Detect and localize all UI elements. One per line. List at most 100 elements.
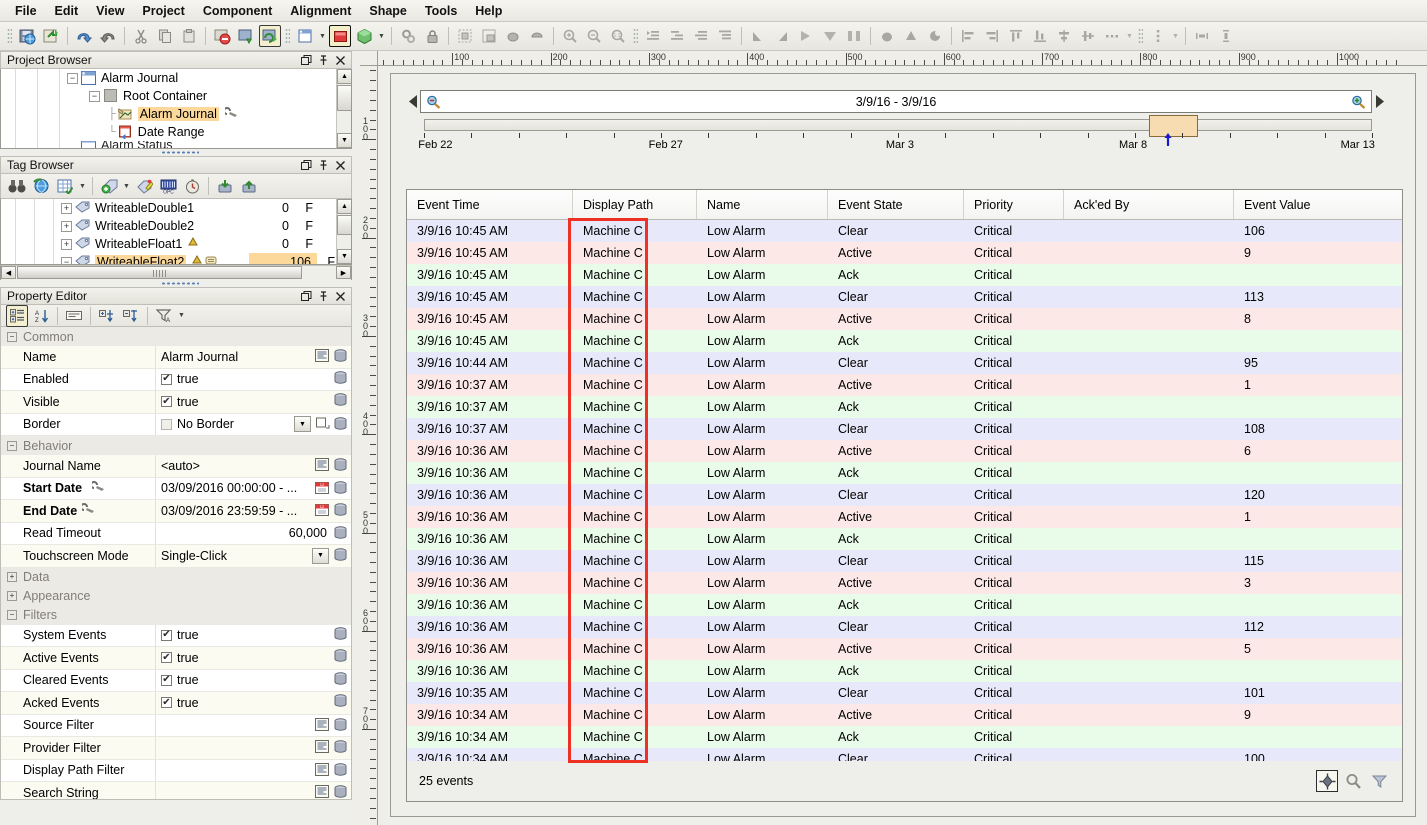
menu-project[interactable]: Project: [133, 2, 193, 20]
checkbox-icon[interactable]: ✔: [161, 630, 172, 641]
stop-button[interactable]: [329, 25, 351, 47]
mirror-button[interactable]: [843, 25, 865, 47]
binding-icon[interactable]: [333, 481, 348, 496]
chevron-down-icon-2[interactable]: ▼: [121, 175, 132, 197]
bring-front-button[interactable]: [502, 25, 524, 47]
zoom-out-icon[interactable]: [426, 95, 441, 109]
prev-range-button[interactable]: [406, 89, 420, 114]
property-row-border[interactable]: Border No Border ▼: [1, 414, 351, 437]
settings-button[interactable]: [397, 25, 419, 47]
collapse-icon[interactable]: −: [7, 610, 17, 620]
scroll-up-arrow[interactable]: ▲: [337, 69, 352, 84]
chevron-down-icon-4[interactable]: ▼: [1170, 25, 1181, 47]
restore-icon[interactable]: [299, 53, 314, 67]
column-header[interactable]: Event Time: [407, 190, 573, 219]
property-value[interactable]: <auto>: [161, 459, 200, 473]
column-header[interactable]: Ack'ed By: [1064, 190, 1234, 219]
edit-tag-icon[interactable]: [133, 175, 155, 197]
menu-view[interactable]: View: [87, 2, 133, 20]
expand-icon[interactable]: +: [7, 591, 17, 601]
category-data[interactable]: + Data: [1, 568, 351, 587]
menu-alignment[interactable]: Alignment: [281, 2, 360, 20]
table-body[interactable]: 3/9/16 10:45 AMMachine CLow AlarmClearCr…: [407, 220, 1402, 770]
pin-icon[interactable]: [316, 289, 331, 303]
tag-browser-horizontal-scrollbar[interactable]: ◀ ▶: [0, 265, 352, 280]
binding-icon[interactable]: [333, 548, 348, 563]
save-button[interactable]: [16, 25, 38, 47]
scroll-thumb[interactable]: [337, 215, 352, 235]
table-row[interactable]: 3/9/16 10:45 AMMachine CLow AlarmActiveC…: [407, 242, 1402, 264]
date-range-track[interactable]: [424, 119, 1372, 131]
expander-icon[interactable]: +: [61, 221, 72, 232]
chevron-down-icon[interactable]: ▼: [176, 305, 187, 327]
expander-icon[interactable]: +: [61, 203, 72, 214]
text-editor-icon[interactable]: [315, 763, 330, 778]
table-row[interactable]: 3/9/16 10:34 AMMachine CLow AlarmAckCrit…: [407, 726, 1402, 748]
property-row-acked-events[interactable]: Acked Events ✔ true: [1, 692, 351, 715]
table-row[interactable]: 3/9/16 10:37 AMMachine CLow AlarmActiveC…: [407, 374, 1402, 396]
property-row-display-path-filter[interactable]: Display Path Filter: [1, 760, 351, 783]
alarm-journal-table[interactable]: Event TimeDisplay PathNameEvent StatePri…: [406, 189, 1403, 802]
match-height-button[interactable]: [1215, 25, 1237, 47]
scroll-down-arrow[interactable]: ▼: [337, 133, 352, 148]
match-width-button[interactable]: [1191, 25, 1213, 47]
tag-browser-vertical-scrollbar[interactable]: ▲ ▼: [336, 199, 351, 264]
column-header[interactable]: Priority: [964, 190, 1064, 219]
property-row-touchscreen-mode[interactable]: Touchscreen Mode Single-Click ▼: [1, 545, 351, 568]
chevron-down-icon[interactable]: ▼: [294, 416, 311, 432]
filter-icon[interactable]: A: [153, 305, 175, 327]
menu-file[interactable]: File: [6, 2, 46, 20]
toolbar-grip-4[interactable]: [1138, 28, 1143, 45]
tag-row[interactable]: + WriteableFloat1 0 F: [1, 235, 351, 253]
scroll-up-arrow[interactable]: ▲: [337, 199, 352, 214]
expander-icon[interactable]: −: [67, 73, 78, 84]
table-row[interactable]: 3/9/16 10:45 AMMachine CLow AlarmAckCrit…: [407, 330, 1402, 352]
calendar-icon[interactable]: 12: [315, 481, 330, 496]
send-back-button[interactable]: [526, 25, 548, 47]
expand-all-icon[interactable]: [96, 305, 118, 327]
table-row[interactable]: 3/9/16 10:45 AMMachine CLow AlarmClearCr…: [407, 220, 1402, 242]
alarm-journal-window[interactable]: 3/9/16 - 3/9/16 Feb 22Feb 27Mar 3Mar 8Ma…: [390, 73, 1416, 817]
zoom-out-button[interactable]: [583, 25, 605, 47]
binding-icon[interactable]: [333, 697, 348, 711]
preview-mode-button[interactable]: [259, 25, 281, 47]
align-list-2-button[interactable]: [666, 25, 688, 47]
tag-row[interactable]: + WriteableDouble2 0 F: [1, 217, 351, 235]
column-header[interactable]: Display Path: [573, 190, 697, 219]
align-center-h-button[interactable]: [1053, 25, 1075, 47]
binding-icon[interactable]: [333, 718, 348, 733]
table-row[interactable]: 3/9/16 10:36 AMMachine CLow AlarmAckCrit…: [407, 660, 1402, 682]
project-browser-tree[interactable]: − Alarm Journal − Root Container ├ Alarm…: [0, 69, 352, 149]
binoculars-icon[interactable]: [6, 175, 28, 197]
category-common[interactable]: − Common: [1, 327, 351, 346]
binding-icon[interactable]: [333, 417, 348, 432]
align-top-button[interactable]: [1005, 25, 1027, 47]
tree-node-alarm-journal-window[interactable]: − Alarm Journal: [1, 69, 351, 87]
category-appearance[interactable]: + Appearance: [1, 587, 351, 606]
binding-icon[interactable]: [333, 526, 348, 541]
rotate-left-button[interactable]: [747, 25, 769, 47]
checkbox-icon[interactable]: ✔: [161, 697, 172, 708]
new-window-button[interactable]: [294, 25, 316, 47]
binding-icon[interactable]: [333, 503, 348, 518]
close-icon[interactable]: [333, 158, 348, 172]
text-editor-icon[interactable]: [315, 785, 330, 800]
table-row[interactable]: 3/9/16 10:36 AMMachine CLow AlarmActiveC…: [407, 572, 1402, 594]
checkbox-icon[interactable]: ✔: [161, 396, 172, 407]
toolbar-grip-3[interactable]: [633, 28, 638, 45]
binding-icon[interactable]: [333, 374, 348, 388]
alpha-sort-icon[interactable]: AZ: [30, 305, 52, 327]
checkbox-icon[interactable]: ✔: [161, 374, 172, 385]
collapse-icon[interactable]: −: [7, 441, 17, 451]
menu-help[interactable]: Help: [466, 2, 511, 20]
restore-icon[interactable]: [299, 289, 314, 303]
table-row[interactable]: 3/9/16 10:35 AMMachine CLow AlarmClearCr…: [407, 682, 1402, 704]
align-left-button[interactable]: [957, 25, 979, 47]
zoom-in-button[interactable]: [559, 25, 581, 47]
menu-component[interactable]: Component: [194, 2, 281, 20]
table-row[interactable]: 3/9/16 10:37 AMMachine CLow AlarmClearCr…: [407, 418, 1402, 440]
expander-icon[interactable]: −: [61, 257, 72, 266]
property-row-visible[interactable]: Visible ✔ true: [1, 391, 351, 414]
property-grid[interactable]: − Common Name Alarm Journal Enabled ✔ tr…: [0, 327, 352, 800]
scroll-down-arrow[interactable]: ▼: [337, 249, 352, 264]
